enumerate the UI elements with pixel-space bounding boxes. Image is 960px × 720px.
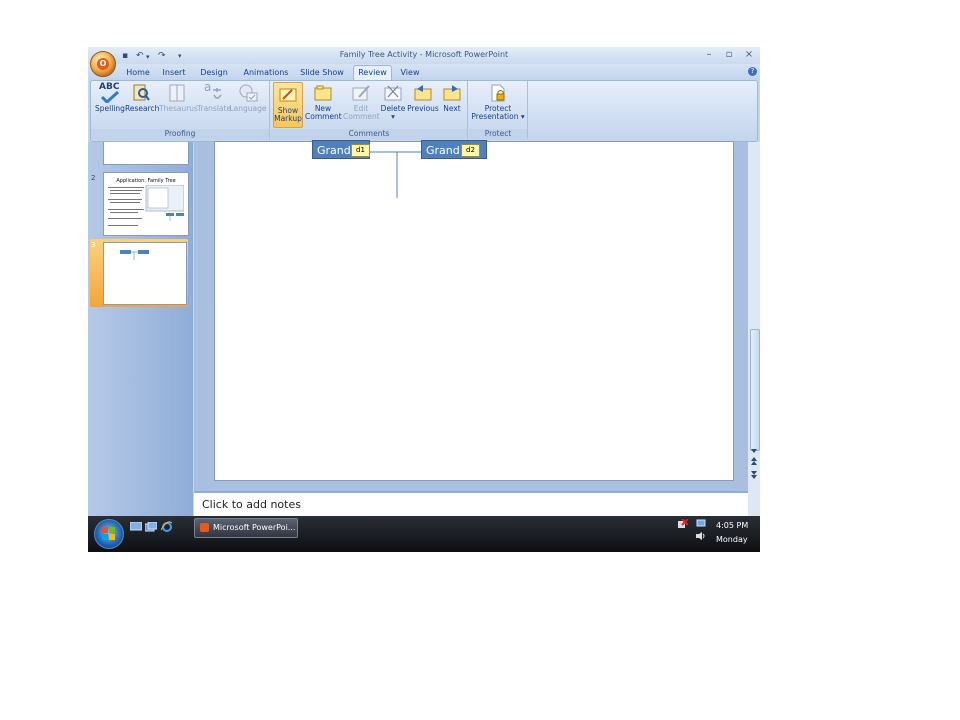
language-button[interactable]: Language xyxy=(229,83,267,113)
tab-review[interactable]: Review xyxy=(353,65,392,80)
comments-group: Show Markup New Comment Edit Comment Del… xyxy=(271,81,468,139)
windows-taskbar: Microsoft PowerPoi... 4:05 PM Monday xyxy=(88,516,760,552)
new-comment-button[interactable]: New Comment xyxy=(305,83,342,121)
taskbar-powerpoint-item[interactable]: Microsoft PowerPoi... xyxy=(194,518,298,538)
previous-comment-icon xyxy=(413,83,433,103)
show-markup-label-line2: Markup xyxy=(274,114,302,123)
office-button[interactable]: O xyxy=(90,51,116,77)
tab-design[interactable]: Design xyxy=(199,66,229,80)
language-icon xyxy=(238,83,258,103)
new-comment-icon xyxy=(313,83,333,103)
show-desktop-icon[interactable] xyxy=(130,522,142,532)
proofing-group: ABC Spelling Research Thesaurus a Transl… xyxy=(91,81,270,139)
previous-comment-label: Previous xyxy=(407,104,439,113)
taskbar-item-label: Microsoft PowerPoi... xyxy=(213,523,296,532)
slide-thumbnail-1[interactable] xyxy=(103,142,189,165)
connector-lines xyxy=(370,151,421,198)
slide-thumbnail-2[interactable]: Application: Family Tree xyxy=(103,172,189,236)
office-logo-icon: O xyxy=(97,58,109,70)
comments-group-label: Comments xyxy=(271,129,467,139)
tab-animations[interactable]: Animations xyxy=(242,66,290,80)
thesaurus-label: Thesaurus xyxy=(159,104,198,113)
save-icon[interactable]: ▪ xyxy=(122,51,128,61)
language-label: Language xyxy=(229,104,267,113)
tab-view[interactable]: View xyxy=(397,66,423,80)
redo-icon[interactable]: ↷ xyxy=(158,51,166,61)
volume-icon[interactable] xyxy=(696,532,706,540)
slide-thumbnail-content xyxy=(108,185,184,226)
show-markup-icon xyxy=(278,85,298,105)
translate-label: Translate xyxy=(197,104,232,113)
new-comment-label-line2: Comment xyxy=(305,112,342,121)
delete-comment-icon xyxy=(383,83,403,103)
scrollbar-thumb[interactable] xyxy=(750,329,760,451)
tab-slide-show[interactable]: Slide Show xyxy=(298,66,346,80)
network-alert-icon[interactable] xyxy=(678,519,688,529)
delete-dropdown-icon[interactable]: ▾ xyxy=(379,113,407,121)
spelling-label: Spelling xyxy=(95,104,125,113)
ribbon: ABC Spelling Research Thesaurus a Transl… xyxy=(90,80,758,142)
clock-time[interactable]: 4:05 PM xyxy=(716,521,748,530)
powerpoint-window: Family Tree Activity - Microsoft PowerPo… xyxy=(88,47,760,552)
switch-windows-icon[interactable] xyxy=(145,522,157,532)
scroll-arrow-icon[interactable] xyxy=(750,447,758,491)
minimize-button[interactable]: – xyxy=(700,48,718,61)
research-button[interactable]: Research xyxy=(125,83,160,113)
slides-pane: 2 Application: Family Tree 3 xyxy=(88,142,193,516)
tab-insert[interactable]: Insert xyxy=(160,66,188,80)
spelling-icon: ABC xyxy=(99,83,119,103)
edit-comment-button[interactable]: Edit Comment xyxy=(343,83,380,121)
edit-comment-icon xyxy=(351,83,371,103)
research-icon xyxy=(131,83,151,103)
research-label: Research xyxy=(125,104,160,113)
thesaurus-button[interactable]: Thesaurus xyxy=(159,83,198,113)
protect-presentation-icon xyxy=(488,83,508,103)
next-comment-label: Next xyxy=(443,104,461,113)
slide-thumbnail-3-selected[interactable]: 3 xyxy=(90,239,188,307)
spelling-button[interactable]: ABC Spelling xyxy=(95,83,125,113)
edit-comment-label-line2: Comment xyxy=(343,112,380,121)
next-comment-button[interactable]: Next xyxy=(439,83,465,113)
notes-pane[interactable]: Click to add notes xyxy=(194,491,748,518)
window-title: Family Tree Activity - Microsoft PowerPo… xyxy=(339,50,509,59)
tab-home[interactable]: Home xyxy=(123,66,153,80)
delete-comment-button[interactable]: Delete ▾ xyxy=(379,83,407,121)
current-slide[interactable]: Grand d1 Grand d2 xyxy=(214,140,734,481)
undo-dropdown-icon[interactable]: ▾ xyxy=(146,53,150,61)
proofing-group-label: Proofing xyxy=(91,129,269,139)
close-button[interactable]: × xyxy=(740,48,758,61)
spelling-icon-label: ABC xyxy=(99,82,120,92)
title-bar: Family Tree Activity - Microsoft PowerPo… xyxy=(88,47,760,64)
powerpoint-app-icon xyxy=(200,523,209,532)
clock-day: Monday xyxy=(716,535,748,544)
translate-icon: a xyxy=(203,81,223,103)
show-markup-button[interactable]: Show Markup xyxy=(273,82,303,128)
slide-thumbnail-content xyxy=(120,250,149,260)
restore-button[interactable]: ▫ xyxy=(720,48,738,61)
protect-group-label: Protect xyxy=(469,129,527,139)
slide-thumbnail-title: Application: Family Tree xyxy=(116,178,176,184)
previous-comment-button[interactable]: Previous xyxy=(407,83,439,113)
customize-qat-icon[interactable]: ▾ xyxy=(178,52,182,60)
ribbon-tabs: Home Insert Design Animations Slide Show… xyxy=(88,64,760,80)
slide-number: 2 xyxy=(91,174,96,182)
start-button[interactable] xyxy=(94,519,124,549)
slide-number: 3 xyxy=(91,241,96,249)
protect-presentation-label-line2: Presentation ▾ xyxy=(471,112,525,121)
internet-explorer-icon[interactable] xyxy=(161,521,172,533)
protect-presentation-button[interactable]: Protect Presentation ▾ xyxy=(471,83,525,121)
notes-placeholder[interactable]: Click to add notes xyxy=(202,498,301,511)
help-icon[interactable]: ? xyxy=(748,67,757,76)
windows-logo-icon xyxy=(102,527,115,540)
undo-icon[interactable]: ↶ xyxy=(136,51,144,61)
slide-thumbnail-3 xyxy=(103,242,187,305)
translate-button[interactable]: a Translate xyxy=(197,81,232,113)
protect-group: Protect Presentation ▾ Protect xyxy=(469,81,528,139)
next-comment-icon xyxy=(442,83,462,103)
network-icon[interactable] xyxy=(696,519,706,529)
thesaurus-icon xyxy=(167,83,187,103)
